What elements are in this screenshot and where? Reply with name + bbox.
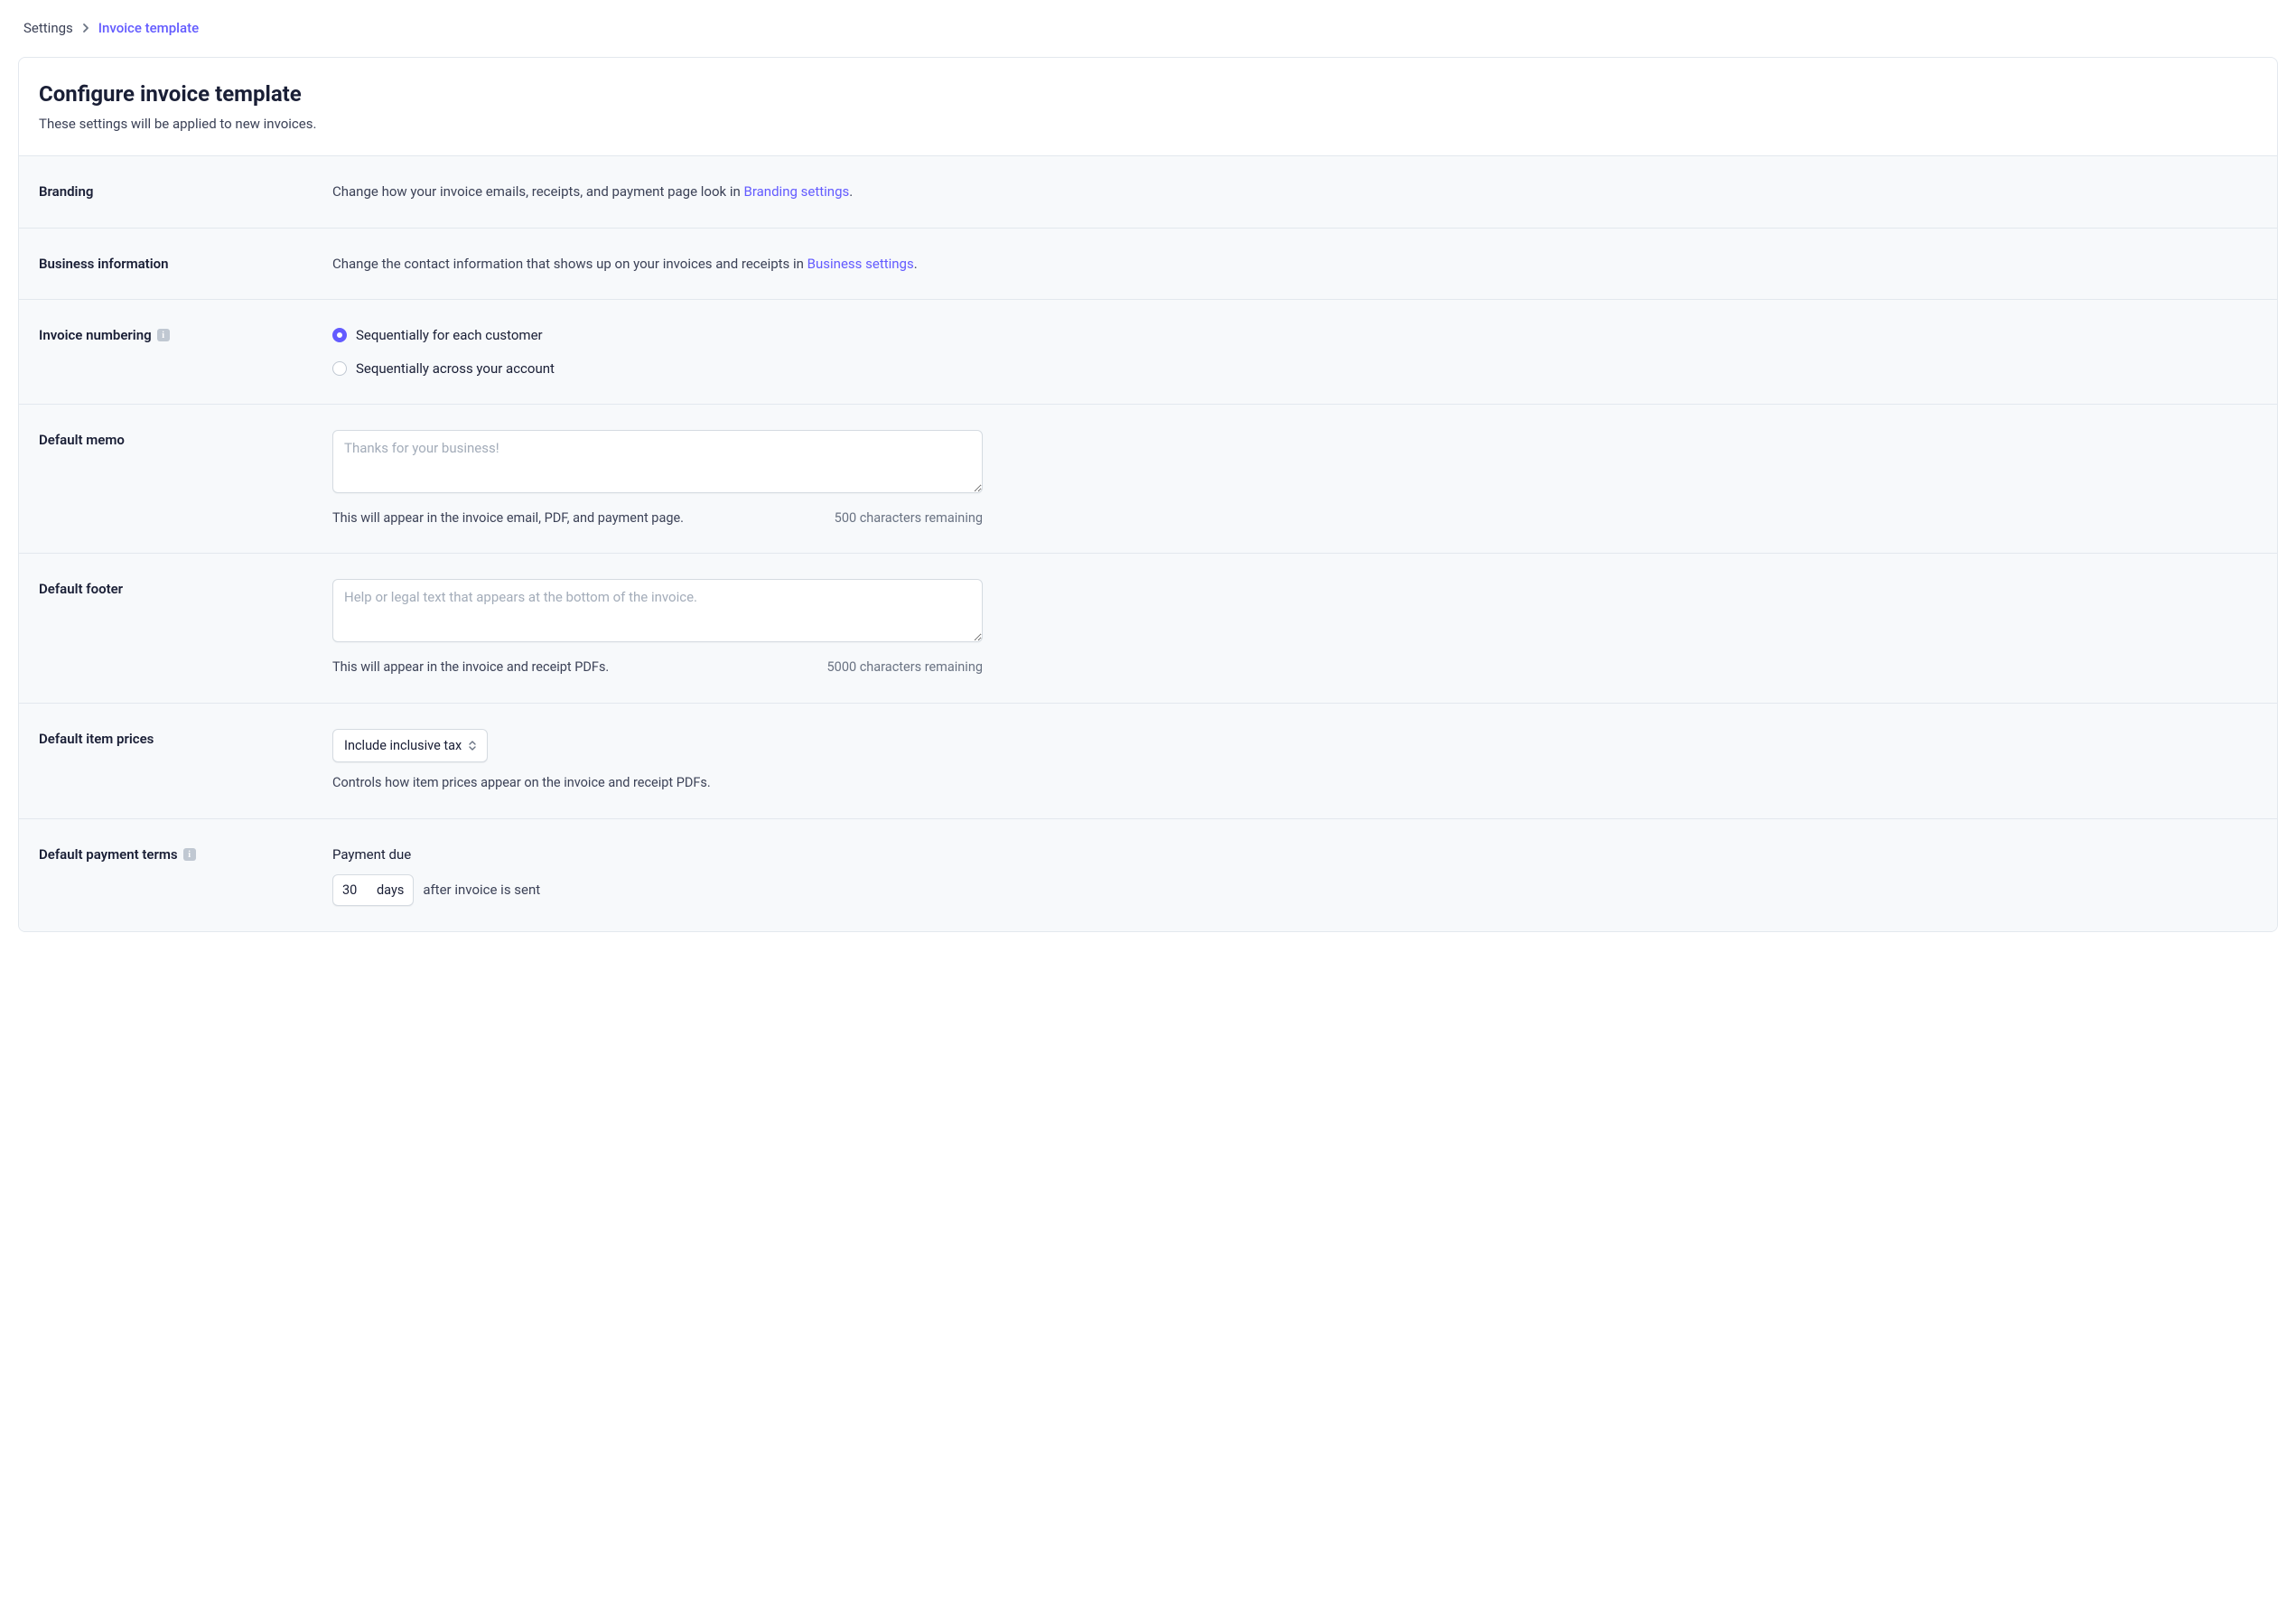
business-text-prefix: Change the contact information that show… <box>332 256 807 272</box>
radio-option-per-customer[interactable]: Sequentially for each customer <box>332 325 2257 346</box>
payment-days-after-text: after invoice is sent <box>423 880 540 901</box>
memo-textarea[interactable] <box>332 430 983 493</box>
section-label-business: Business information <box>39 254 332 275</box>
section-label-item-prices: Default item prices <box>39 729 332 794</box>
main-panel: Configure invoice template These setting… <box>18 57 2278 933</box>
numbering-label-text: Invoice numbering <box>39 325 152 346</box>
page-title: Configure invoice template <box>39 78 2257 110</box>
item-prices-select[interactable]: Include inclusive tax <box>332 729 488 763</box>
updown-chevron-icon <box>469 741 476 751</box>
item-prices-content: Include inclusive tax Controls how item … <box>332 729 2257 794</box>
section-label-memo: Default memo <box>39 430 332 527</box>
section-label-numbering: Invoice numbering <box>39 325 332 378</box>
branding-text: Change how your invoice emails, receipts… <box>332 182 2257 202</box>
section-invoice-numbering: Invoice numbering Sequentially for each … <box>19 300 2277 405</box>
section-business-info: Business information Change the contact … <box>19 229 2277 301</box>
chevron-right-icon <box>82 23 89 33</box>
section-default-memo: Default memo This will appear in the inv… <box>19 405 2277 554</box>
radio-checked-icon <box>332 328 347 342</box>
breadcrumb-settings-link[interactable]: Settings <box>23 18 73 39</box>
radio-option-across-account[interactable]: Sequentially across your account <box>332 359 2257 379</box>
payment-terms-content: Payment due days after invoice is sent <box>332 845 2257 906</box>
numbering-options: Sequentially for each customer Sequentia… <box>332 325 2257 378</box>
branding-settings-link[interactable]: Branding settings <box>744 183 850 200</box>
info-icon[interactable] <box>183 848 196 861</box>
business-text-suffix: . <box>914 256 918 272</box>
section-branding: Branding Change how your invoice emails,… <box>19 156 2277 229</box>
page-subtitle: These settings will be applied to new in… <box>39 114 2257 135</box>
section-label-footer: Default footer <box>39 579 332 677</box>
section-default-footer: Default footer This will appear in the i… <box>19 554 2277 703</box>
radio-unchecked-icon <box>332 361 347 376</box>
section-payment-terms: Default payment terms Payment due days a… <box>19 819 2277 931</box>
radio-label-per-customer: Sequentially for each customer <box>356 325 543 346</box>
business-settings-link[interactable]: Business settings <box>807 256 914 272</box>
panel-header: Configure invoice template These setting… <box>19 58 2277 157</box>
payment-due-label: Payment due <box>332 845 2257 865</box>
footer-textarea[interactable] <box>332 579 983 642</box>
section-item-prices: Default item prices Include inclusive ta… <box>19 704 2277 820</box>
memo-content: This will appear in the invoice email, P… <box>332 430 2257 527</box>
payment-terms-label-text: Default payment terms <box>39 845 178 865</box>
payment-days-input-wrap[interactable]: days <box>332 874 414 907</box>
payment-days-input[interactable] <box>342 882 368 898</box>
memo-help-text: This will appear in the invoice email, P… <box>332 509 684 528</box>
item-prices-select-value: Include inclusive tax <box>344 736 462 756</box>
breadcrumb: Settings Invoice template <box>0 0 2296 57</box>
footer-content: This will appear in the invoice and rece… <box>332 579 2257 677</box>
radio-label-across-account: Sequentially across your account <box>356 359 555 379</box>
breadcrumb-current[interactable]: Invoice template <box>98 18 199 39</box>
business-text: Change the contact information that show… <box>332 254 2257 275</box>
footer-chars-remaining: 5000 characters remaining <box>827 658 983 677</box>
payment-days-unit: days <box>377 881 404 901</box>
branding-text-suffix: . <box>849 183 853 200</box>
memo-chars-remaining: 500 characters remaining <box>835 509 983 528</box>
info-icon[interactable] <box>157 329 170 341</box>
item-prices-help: Controls how item prices appear on the i… <box>332 773 2257 793</box>
footer-help-text: This will appear in the invoice and rece… <box>332 658 609 677</box>
section-label-branding: Branding <box>39 182 332 202</box>
section-label-payment-terms: Default payment terms <box>39 845 332 906</box>
branding-text-prefix: Change how your invoice emails, receipts… <box>332 183 744 200</box>
